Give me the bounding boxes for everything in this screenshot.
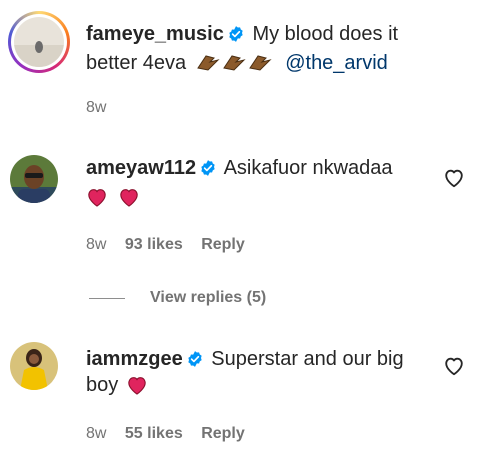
comment-avatar[interactable]	[10, 155, 58, 203]
reply-button[interactable]: Reply	[201, 425, 245, 442]
verified-icon	[186, 348, 204, 377]
caption-meta: 8w	[86, 99, 106, 117]
red-heart-emoji	[86, 187, 108, 216]
comment-line-2	[86, 183, 144, 216]
comment-meta: 8w 93 likes Reply	[86, 236, 245, 254]
caption-username[interactable]: fameye_music	[86, 23, 224, 45]
fast-forward-emoji	[196, 52, 274, 81]
caption-avatar[interactable]	[8, 11, 70, 73]
verified-icon	[199, 157, 217, 186]
comment-text: Asikafuor nkwadaa	[223, 157, 393, 179]
like-comment-icon[interactable]	[443, 355, 465, 377]
caption-time[interactable]: 8w	[86, 99, 106, 116]
comment-likes[interactable]: 93 likes	[125, 236, 183, 253]
comment-username[interactable]: iammzgee	[86, 348, 183, 370]
mention-link[interactable]: @the_arvid	[285, 52, 388, 74]
like-comment-icon[interactable]	[443, 167, 465, 189]
comment-time[interactable]: 8w	[86, 236, 106, 253]
view-replies-divider	[89, 298, 125, 299]
comment-text-2: boy	[86, 374, 119, 396]
view-replies-button[interactable]: View replies (5)	[150, 289, 266, 307]
verified-icon	[227, 23, 245, 52]
comment-time[interactable]: 8w	[86, 425, 106, 442]
reply-button[interactable]: Reply	[201, 236, 245, 253]
caption-text: My blood does it	[252, 23, 399, 45]
comment-meta: 8w 55 likes Reply	[86, 425, 245, 443]
comment-username[interactable]: ameyaw112	[86, 157, 196, 179]
caption-text-2: better 4eva	[86, 52, 187, 74]
comment-text: Superstar and our big	[211, 348, 404, 370]
comment-likes[interactable]: 55 likes	[125, 425, 183, 442]
comment-line-2: boy	[86, 371, 152, 404]
caption-line-2: better 4eva @the_arvid	[86, 49, 388, 81]
comment-avatar[interactable]	[10, 342, 58, 390]
red-heart-emoji	[118, 187, 140, 216]
red-heart-emoji	[126, 375, 148, 404]
caption-line-1: fameye_music My blood does it	[86, 20, 398, 52]
comment-line-1: ameyaw112 Asikafuor nkwadaa	[86, 154, 393, 186]
